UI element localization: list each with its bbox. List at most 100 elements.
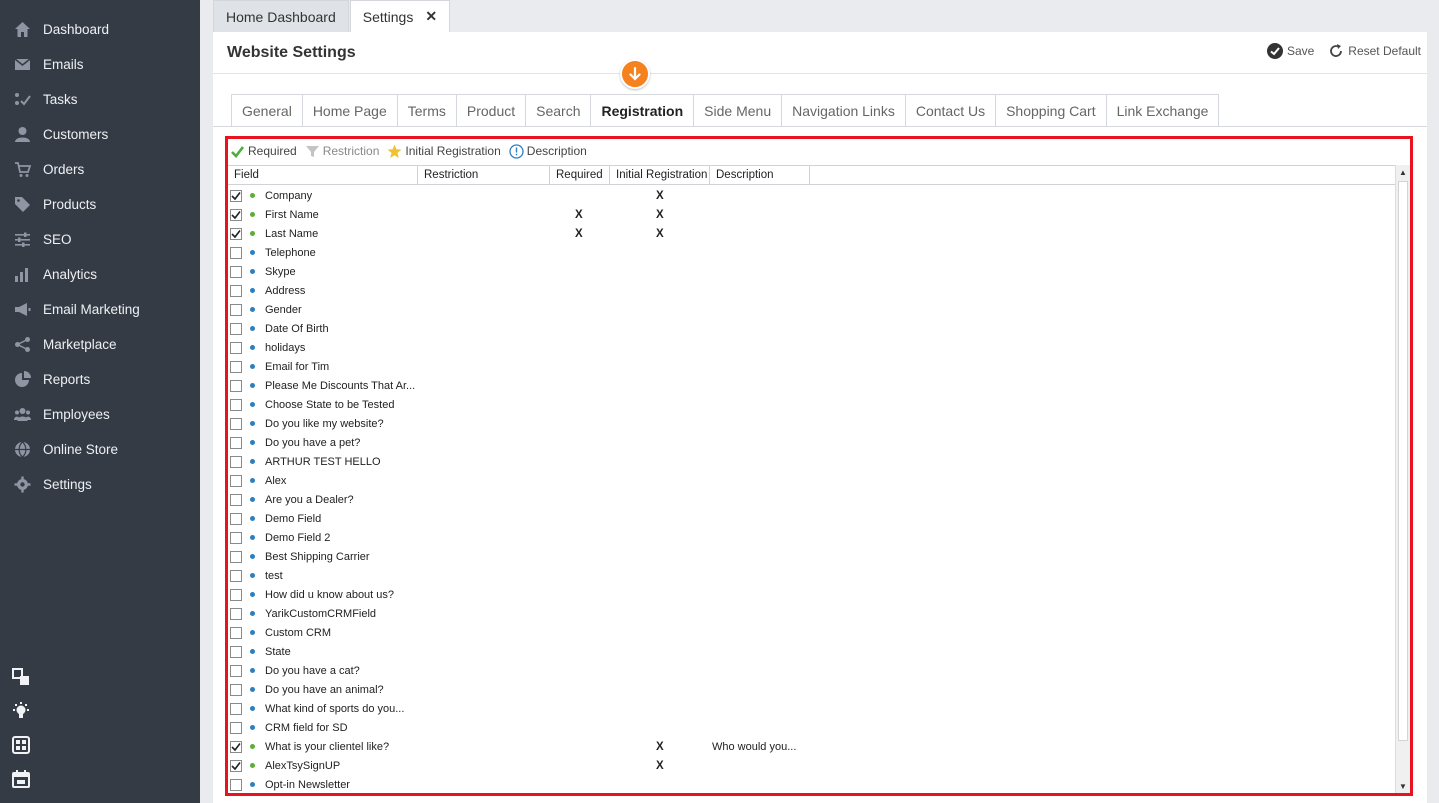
table-row[interactable]: Telephone — [228, 243, 1396, 262]
table-row[interactable]: Address — [228, 281, 1396, 300]
table-row[interactable]: How did u know about us? — [228, 585, 1396, 604]
tab-shopping-cart[interactable]: Shopping Cart — [995, 94, 1106, 127]
tab-home-page[interactable]: Home Page — [301, 94, 397, 127]
row-checkbox[interactable] — [230, 550, 242, 563]
row-checkbox[interactable] — [230, 607, 242, 620]
column-header-field[interactable]: Field — [228, 166, 418, 184]
column-header-required[interactable]: Required — [550, 166, 610, 184]
sidebar-item-orders[interactable]: Orders — [0, 152, 200, 187]
sidebar-item-marketplace[interactable]: Marketplace — [0, 327, 200, 362]
table-row[interactable]: Opt-in Newsletter — [228, 775, 1396, 794]
row-checkbox[interactable] — [230, 379, 242, 392]
table-row[interactable]: Email for Tim — [228, 357, 1396, 376]
table-row[interactable]: holidays — [228, 338, 1396, 357]
row-checkbox[interactable] — [230, 322, 242, 335]
table-row[interactable]: Do you have an animal? — [228, 680, 1396, 699]
row-checkbox[interactable] — [230, 246, 242, 259]
tab-link-exchange[interactable]: Link Exchange — [1105, 94, 1220, 127]
column-header-restriction[interactable]: Restriction — [418, 166, 550, 184]
row-checkbox[interactable] — [230, 265, 242, 278]
tab-general[interactable]: General — [231, 94, 302, 127]
row-checkbox[interactable] — [230, 759, 242, 772]
sidebar-item-seo[interactable]: SEO — [0, 222, 200, 257]
row-checkbox[interactable] — [230, 531, 242, 544]
tab-settings[interactable]: Settings ✕ — [349, 0, 451, 32]
table-row[interactable]: First Name X X — [228, 205, 1396, 224]
sidebar-item-customers[interactable]: Customers — [0, 117, 200, 152]
row-checkbox[interactable] — [230, 303, 242, 316]
scroll-down-icon[interactable]: ▼ — [1396, 779, 1410, 793]
sidebar-item-products[interactable]: Products — [0, 187, 200, 222]
sidebar-item-emails[interactable]: Emails — [0, 47, 200, 82]
table-row[interactable]: Do you have a cat? — [228, 661, 1396, 680]
tab-home-dashboard[interactable]: Home Dashboard — [213, 0, 349, 32]
row-checkbox[interactable] — [230, 569, 242, 582]
row-checkbox[interactable] — [230, 683, 242, 696]
tab-product[interactable]: Product — [455, 94, 526, 127]
row-checkbox[interactable] — [230, 227, 242, 240]
row-checkbox[interactable] — [230, 284, 242, 297]
row-checkbox[interactable] — [230, 626, 242, 639]
sidebar-item-dashboard[interactable]: Dashboard — [0, 12, 200, 47]
sidebar-item-employees[interactable]: Employees — [0, 397, 200, 432]
row-checkbox[interactable] — [230, 721, 242, 734]
table-row[interactable]: Please Me Discounts That Ar... — [228, 376, 1396, 395]
sidebar-item-email-marketing[interactable]: Email Marketing — [0, 292, 200, 327]
table-row[interactable]: YarikCustomCRMField — [228, 604, 1396, 623]
scroll-thumb[interactable] — [1398, 181, 1408, 741]
sidebar-item-online-store[interactable]: Online Store — [0, 432, 200, 467]
tab-side-menu[interactable]: Side Menu — [693, 94, 782, 127]
save-button[interactable]: Save — [1266, 43, 1314, 59]
row-checkbox[interactable] — [230, 645, 242, 658]
scroll-up-icon[interactable]: ▲ — [1396, 165, 1410, 179]
table-row[interactable]: test — [228, 566, 1396, 585]
calculator-icon[interactable] — [12, 736, 30, 754]
column-header-initial-registration[interactable]: Initial Registration — [610, 166, 710, 184]
row-checkbox[interactable] — [230, 208, 242, 221]
row-checkbox[interactable] — [230, 436, 242, 449]
close-icon[interactable]: ✕ — [425, 8, 437, 25]
row-checkbox[interactable] — [230, 493, 242, 506]
table-row[interactable]: AlexTsySignUP X — [228, 756, 1396, 775]
row-checkbox[interactable] — [230, 702, 242, 715]
row-checkbox[interactable] — [230, 189, 242, 202]
row-checkbox[interactable] — [230, 664, 242, 677]
table-row[interactable]: Last Name X X — [228, 224, 1396, 243]
row-checkbox[interactable] — [230, 588, 242, 601]
row-checkbox[interactable] — [230, 455, 242, 468]
table-row[interactable]: Do you like my website? — [228, 414, 1396, 433]
row-checkbox[interactable] — [230, 341, 242, 354]
table-row[interactable]: Skype — [228, 262, 1396, 281]
table-row[interactable]: What is your clientel like? X Who would yo… — [228, 737, 1396, 756]
row-checkbox[interactable] — [230, 417, 242, 430]
reset-default-button[interactable]: Reset Default — [1328, 43, 1421, 59]
table-row[interactable]: Are you a Dealer? — [228, 490, 1396, 509]
table-row[interactable]: State — [228, 642, 1396, 661]
vertical-scrollbar[interactable]: ▲ ▼ — [1395, 165, 1410, 793]
tab-navigation-links[interactable]: Navigation Links — [781, 94, 905, 127]
table-row[interactable]: Demo Field 2 — [228, 528, 1396, 547]
sidebar-item-reports[interactable]: Reports — [0, 362, 200, 397]
table-row[interactable]: Alex — [228, 471, 1396, 490]
tab-terms[interactable]: Terms — [396, 94, 456, 127]
lightbulb-icon[interactable] — [12, 702, 30, 720]
row-checkbox[interactable] — [230, 778, 242, 791]
table-row[interactable]: Best Shipping Carrier — [228, 547, 1396, 566]
widgets-icon[interactable] — [12, 668, 30, 686]
table-row[interactable]: CRM field for SD — [228, 718, 1396, 737]
column-header-description[interactable]: Description — [710, 166, 810, 184]
sidebar-item-analytics[interactable]: Analytics — [0, 257, 200, 292]
row-checkbox[interactable] — [230, 512, 242, 525]
table-row[interactable]: ARTHUR TEST HELLO — [228, 452, 1396, 471]
calendar-icon[interactable] — [12, 770, 30, 788]
table-row[interactable]: Choose State to be Tested — [228, 395, 1396, 414]
table-row[interactable]: What kind of sports do you... — [228, 699, 1396, 718]
row-checkbox[interactable] — [230, 474, 242, 487]
row-checkbox[interactable] — [230, 740, 242, 753]
tab-registration[interactable]: Registration — [590, 94, 694, 127]
row-checkbox[interactable] — [230, 360, 242, 373]
table-row[interactable]: Demo Field — [228, 509, 1396, 528]
table-row[interactable]: Do you have a pet? — [228, 433, 1396, 452]
sidebar-item-tasks[interactable]: Tasks — [0, 82, 200, 117]
tab-contact-us[interactable]: Contact Us — [904, 94, 996, 127]
